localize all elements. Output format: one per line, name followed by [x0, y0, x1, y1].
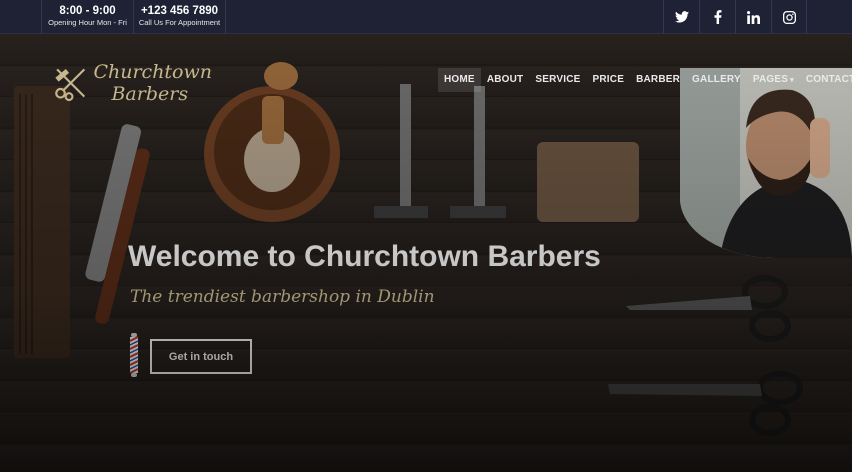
twitter-icon[interactable] [663, 0, 699, 34]
nav-service[interactable]: SERVICE [529, 68, 586, 92]
scissors-comb-icon [55, 68, 86, 102]
main-nav: HOME ABOUT SERVICE PRICE BARBER GALLERY … [438, 68, 852, 92]
opening-hours-time: 8:00 - 9:00 [59, 5, 116, 17]
facebook-icon[interactable] [699, 0, 735, 34]
get-in-touch-button[interactable]: Get in touch [150, 339, 252, 374]
logo-line-2: Barbers [111, 83, 189, 105]
opening-hours-label: Opening Hour Mon - Fri [48, 18, 127, 27]
opening-hours: 8:00 - 9:00 Opening Hour Mon - Fri [41, 0, 133, 34]
nav-contact[interactable]: CONTACT [800, 68, 852, 92]
chevron-down-icon: ▾ [790, 77, 794, 84]
barber-portrait-image [680, 68, 852, 258]
brand-logo[interactable]: Churchtown Barbers [52, 57, 212, 109]
nav-pages-label: PAGES [752, 74, 789, 85]
linkedin-icon[interactable] [735, 0, 771, 34]
top-bar: 8:00 - 9:00 Opening Hour Mon - Fri +123 … [0, 0, 852, 34]
phone-contact[interactable]: +123 456 7890 Call Us For Appointment [133, 0, 226, 34]
hero-section: Churchtown Barbers HOME ABOUT SERVICE PR… [0, 34, 852, 472]
social-links [663, 0, 807, 34]
hero-subheading: The trendiest barbershop in Dublin [130, 287, 435, 307]
hero-heading: Welcome to Churchtown Barbers [128, 240, 601, 273]
barber-pole-icon [128, 333, 140, 377]
nav-gallery[interactable]: GALLERY [686, 68, 747, 92]
nav-barber[interactable]: BARBER [630, 68, 686, 92]
nav-pages-dropdown[interactable]: PAGES ▾ [747, 68, 800, 92]
instagram-icon[interactable] [771, 0, 807, 34]
phone-number[interactable]: +123 456 7890 [134, 4, 225, 18]
nav-price[interactable]: PRICE [587, 68, 631, 92]
logo-line-1: Churchtown [93, 61, 212, 83]
phone-label: Call Us For Appointment [138, 18, 221, 27]
nav-home[interactable]: HOME [438, 68, 481, 92]
nav-about[interactable]: ABOUT [481, 68, 530, 92]
